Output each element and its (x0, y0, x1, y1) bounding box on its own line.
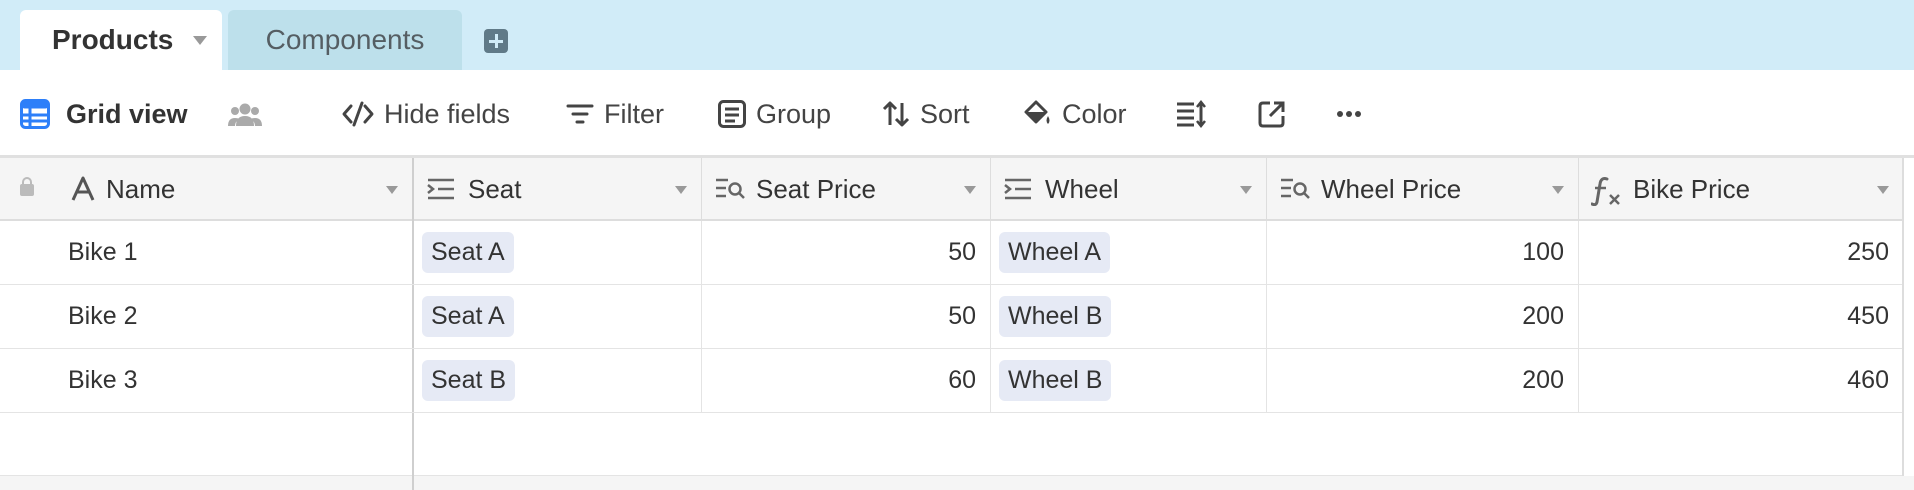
table-row[interactable]: Bike 3 Seat B 60 Wheel B 200 460 (0, 349, 1904, 413)
chevron-down-icon[interactable] (964, 186, 976, 194)
chevron-down-icon[interactable] (193, 35, 208, 45)
share-icon (1258, 101, 1285, 128)
cell-seat[interactable]: Seat B (414, 349, 702, 412)
view-name: Grid view (66, 98, 188, 129)
tab-components[interactable]: Components (228, 10, 462, 70)
chevron-down-icon[interactable] (386, 186, 398, 194)
hide-fields-button[interactable]: Hide fields (342, 70, 510, 158)
cell-bike-price[interactable]: 450 (1579, 285, 1904, 348)
grid-right-border (1902, 158, 1904, 476)
filter-button[interactable]: Filter (566, 70, 664, 158)
color-label: Color (1062, 98, 1127, 129)
add-record-row[interactable] (0, 413, 1904, 476)
cell-seat[interactable]: Seat A (414, 285, 702, 348)
lookup-field-icon (716, 178, 745, 199)
column-header-name[interactable]: Name (56, 158, 414, 221)
tab-products[interactable]: Products (20, 10, 222, 70)
column-label: Wheel (1045, 174, 1119, 204)
share-view-button[interactable] (1258, 70, 1286, 158)
linked-record-chip[interactable]: Seat A (422, 296, 514, 337)
color-button[interactable]: Color (1022, 70, 1127, 158)
lock-icon (20, 177, 34, 196)
grid-view-icon (20, 99, 50, 129)
cell-wheel[interactable]: Wheel B (991, 285, 1267, 348)
cell-bike-price[interactable]: 250 (1579, 221, 1904, 284)
records-grid: Name Seat Seat Price Wheel Wheel Price B… (0, 158, 1914, 490)
sort-label: Sort (920, 98, 970, 129)
cell-wheel-price[interactable]: 200 (1267, 349, 1579, 412)
table-row[interactable]: Bike 1 Seat A 50 Wheel A 100 250 (0, 221, 1904, 285)
more-icon (1337, 111, 1361, 117)
lookup-field-icon (1281, 178, 1310, 199)
linked-record-chip[interactable]: Wheel B (999, 296, 1112, 337)
filter-label: Filter (604, 98, 664, 129)
linked-record-chip[interactable]: Seat A (422, 232, 514, 273)
view-toolbar: Grid view Hide fields Filter Group Sort … (0, 70, 1914, 158)
cell-wheel-price[interactable]: 200 (1267, 285, 1579, 348)
cell-seat[interactable]: Seat A (414, 221, 702, 284)
row-height-button[interactable] (1176, 70, 1206, 158)
cell-seat-price[interactable]: 50 (702, 285, 991, 348)
grid-footer (0, 476, 1914, 490)
tab-label: Components (265, 24, 425, 55)
cell-name[interactable]: Bike 1 (0, 221, 414, 284)
column-label: Name (106, 174, 176, 204)
cell-seat-price[interactable]: 60 (702, 349, 991, 412)
cell-bike-price[interactable]: 460 (1579, 349, 1904, 412)
paint-bucket-icon (1024, 100, 1050, 124)
cell-name[interactable]: Bike 2 (0, 285, 414, 348)
column-divider (412, 476, 414, 490)
column-divider (412, 413, 414, 476)
hide-fields-icon (342, 101, 374, 127)
formula-field-icon (1591, 177, 1620, 206)
more-options-button[interactable] (1336, 70, 1362, 158)
cell-wheel-price[interactable]: 100 (1267, 221, 1579, 284)
chevron-down-icon[interactable] (1552, 186, 1564, 194)
table-tab-bar: Products Components (0, 0, 1914, 70)
cell-name[interactable]: Bike 3 (0, 349, 414, 412)
hide-fields-label: Hide fields (384, 98, 511, 129)
table-row[interactable]: Bike 2 Seat A 50 Wheel B 200 450 (0, 285, 1904, 349)
link-field-icon (427, 178, 454, 200)
column-header-wheel[interactable]: Wheel (991, 158, 1267, 221)
chevron-down-icon[interactable] (1877, 186, 1889, 194)
sort-icon (882, 101, 910, 127)
tab-label: Products (52, 24, 174, 55)
column-header-seat[interactable]: Seat (414, 158, 702, 221)
column-header-wheel-price[interactable]: Wheel Price (1267, 158, 1579, 221)
column-label: Bike Price (1633, 174, 1751, 204)
group-icon (718, 100, 746, 128)
sort-button[interactable]: Sort (882, 70, 970, 158)
users-icon (228, 103, 262, 126)
cell-wheel[interactable]: Wheel B (991, 349, 1267, 412)
row-height-icon (1177, 100, 1206, 128)
column-label: Seat Price (756, 174, 876, 204)
linked-record-chip[interactable]: Wheel A (999, 232, 1111, 273)
linked-record-chip[interactable]: Wheel B (999, 360, 1112, 401)
text-field-icon (71, 176, 95, 201)
collaborative-view-button[interactable] (228, 70, 262, 158)
linked-record-chip[interactable]: Seat B (422, 360, 516, 401)
filter-icon (566, 104, 594, 124)
cell-wheel[interactable]: Wheel A (991, 221, 1267, 284)
view-switcher[interactable]: Grid view (20, 70, 188, 158)
chevron-down-icon[interactable] (675, 186, 687, 194)
link-field-icon (1004, 178, 1031, 200)
column-label: Wheel Price (1321, 174, 1462, 204)
group-label: Group (756, 98, 832, 129)
chevron-down-icon[interactable] (1240, 186, 1252, 194)
column-header-seat-price[interactable]: Seat Price (702, 158, 991, 221)
grid-header: Name Seat Seat Price Wheel Wheel Price B… (0, 158, 1904, 221)
add-table-icon[interactable] (484, 29, 508, 53)
column-header-bike-price[interactable]: Bike Price (1579, 158, 1904, 221)
column-label: Seat (468, 174, 522, 204)
cell-seat-price[interactable]: 50 (702, 221, 991, 284)
group-button[interactable]: Group (718, 70, 831, 158)
